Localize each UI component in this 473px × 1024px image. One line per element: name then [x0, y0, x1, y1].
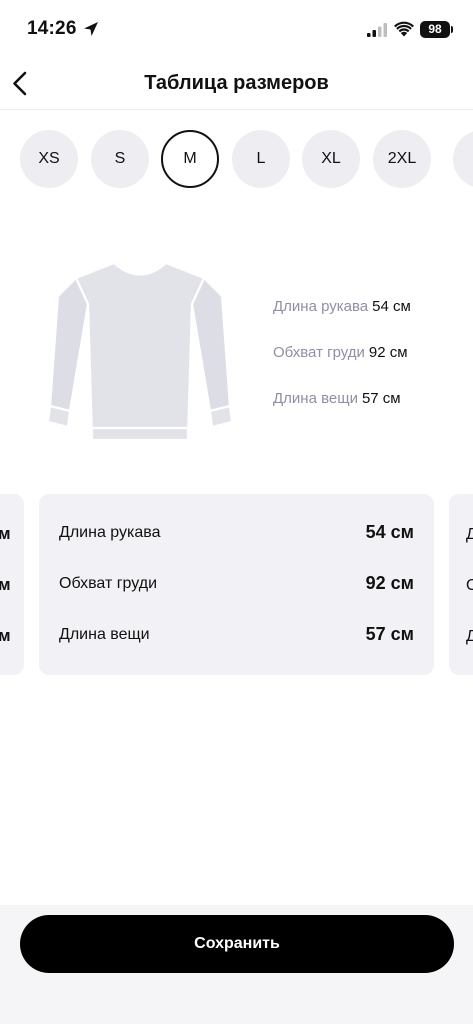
size-selector: XS S M L XL 2XL: [0, 130, 473, 188]
size-chip-m[interactable]: M: [161, 130, 219, 188]
wifi-icon: [394, 21, 414, 37]
card-row-value: 92 см: [365, 573, 414, 593]
nav-bar: Таблица размеров: [0, 58, 473, 110]
save-button[interactable]: Сохранить: [20, 915, 454, 973]
size-chip-l[interactable]: L: [232, 130, 290, 188]
measurement-value: 92 см: [368, 344, 408, 361]
peek-label: О: [466, 577, 473, 594]
cellular-signal-icon: [367, 23, 387, 37]
size-card-current[interactable]: Длина рукава 54 см Обхват груди 92 см Дл…: [39, 494, 434, 675]
measurement-sleeve: Длина рукава 54 см: [273, 298, 463, 344]
measurement-label: Длина рукава: [273, 298, 369, 315]
size-chart-screen: 14:26 98 Таблица размеров XS S M L XL 2X…: [0, 0, 473, 1024]
peek-value: м: [0, 575, 11, 594]
measurement-label: Обхват груди: [273, 344, 365, 361]
garment-measurements: Длина рукава 54 см Обхват груди 92 см Длин…: [273, 298, 463, 436]
battery-icon: 98: [420, 21, 450, 38]
peek-value: м: [0, 626, 11, 645]
size-chip-more[interactable]: [453, 130, 473, 188]
card-row-sleeve: Длина рукава 54 см: [59, 522, 414, 546]
peek-label: Д: [466, 526, 473, 543]
card-row-label: Длина вещи: [59, 626, 150, 643]
card-row-label: Обхват груди: [59, 575, 158, 592]
measurement-value: 54 см: [372, 298, 411, 315]
size-card-previous[interactable]: м м м: [0, 494, 24, 675]
size-chip-2xl[interactable]: 2XL: [373, 130, 431, 188]
measurement-chest: Обхват груди 92 см: [273, 344, 463, 390]
measurement-label: Длина вещи: [273, 390, 358, 407]
card-row-length: Длина вещи 57 см: [59, 624, 414, 648]
sweater-icon: [46, 261, 234, 442]
measurement-value: 57 см: [361, 390, 401, 407]
size-chip-xs[interactable]: XS: [20, 130, 78, 188]
card-row-value: 54 см: [365, 522, 414, 542]
battery-level: 98: [428, 22, 442, 36]
measurement-length: Длина вещи 57 см: [273, 390, 463, 436]
card-row-value: 57 см: [365, 624, 414, 644]
page-title: Таблица размеров: [144, 72, 329, 94]
card-row-label: Длина рукава: [59, 524, 161, 541]
size-chip-s[interactable]: S: [91, 130, 149, 188]
status-time: 14:26: [27, 18, 77, 39]
card-row-chest: Обхват груди 92 см: [59, 573, 414, 597]
battery-nub: [451, 26, 453, 33]
location-arrow-icon: [84, 22, 98, 36]
size-card-next[interactable]: Д О Д: [449, 494, 473, 675]
peek-value: м: [0, 524, 11, 543]
status-bar: 14:26 98: [0, 0, 473, 58]
peek-label: Д: [466, 628, 473, 645]
size-chip-xl[interactable]: XL: [302, 130, 360, 188]
